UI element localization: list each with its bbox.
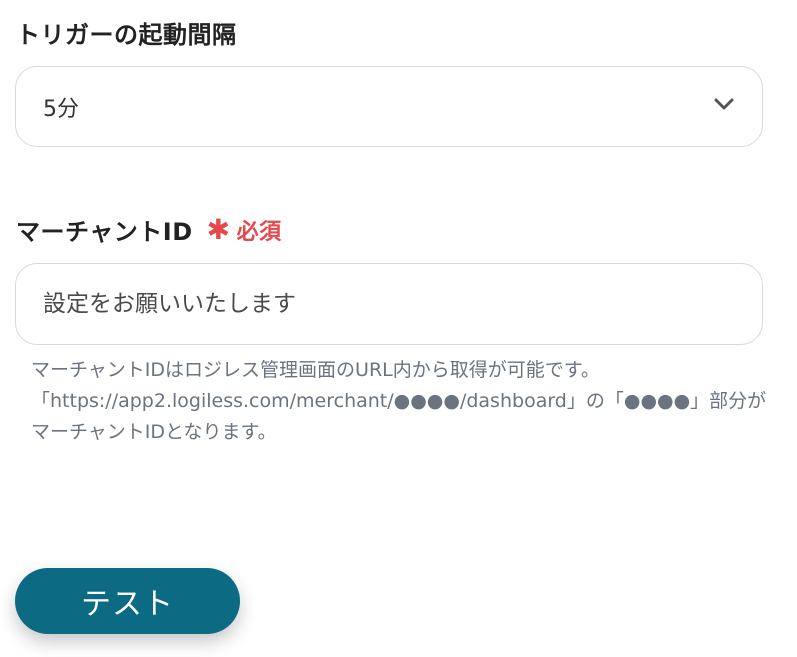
trigger-interval-select[interactable]: 5分 [15, 66, 763, 147]
trigger-settings-form: トリガーの起動間隔 5分 マーチャントID ✱ 必須 マーチャントIDはロジレス… [0, 0, 797, 657]
merchant-id-label: マーチャントID [16, 218, 193, 246]
chevron-down-icon [714, 98, 734, 110]
merchant-id-label-row: マーチャントID ✱ 必須 [16, 212, 282, 247]
merchant-id-help-text: マーチャントIDはロジレス管理画面のURL内から取得が可能です。 「https:… [31, 355, 771, 448]
test-button[interactable]: テスト [15, 568, 240, 634]
required-badge: 必須 [236, 219, 282, 245]
trigger-interval-selected-value: 5分 [43, 97, 79, 122]
merchant-id-help-line-1: マーチャントIDはロジレス管理画面のURL内から取得が可能です。 [31, 359, 600, 381]
asterisk-icon: ✱ [206, 212, 231, 246]
merchant-id-help-line-2: 「https://app2.logiless.com/merchant/●●●●… [31, 390, 767, 443]
merchant-id-input[interactable] [15, 263, 763, 345]
trigger-interval-label: トリガーの起動間隔 [16, 21, 237, 49]
